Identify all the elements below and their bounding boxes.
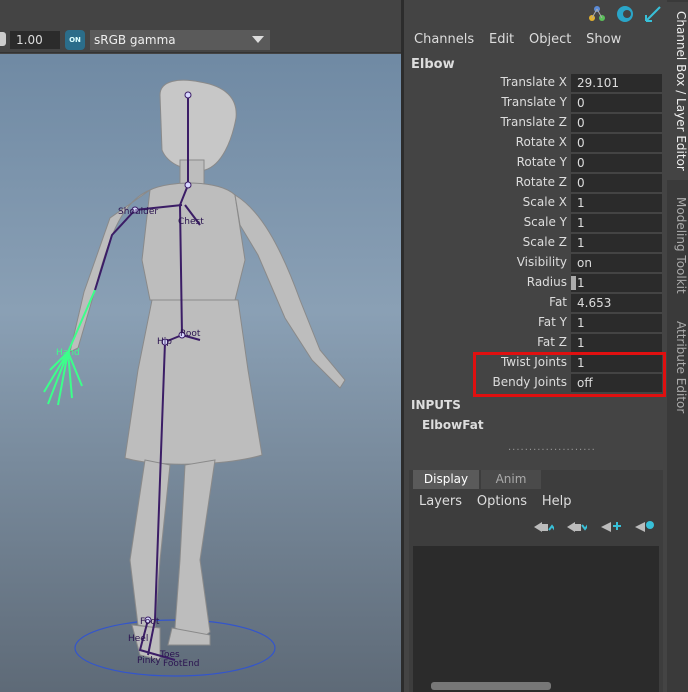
menu-show[interactable]: Show [586, 32, 621, 47]
menu-channels[interactable]: Channels [414, 32, 474, 47]
attr-value[interactable]: 1 [571, 274, 662, 292]
attr-rotate-z[interactable]: Rotate Z 0 [404, 173, 667, 193]
edit-icon[interactable] [643, 4, 663, 24]
attr-label[interactable]: Fat Z [537, 335, 567, 349]
attr-fat-z[interactable]: Fat Z 1 [404, 333, 667, 353]
node-name[interactable]: Elbow [411, 57, 455, 72]
channel-box-panel: Channels Edit Object Show Elbow Translat… [404, 0, 667, 692]
channel-box-menu: Channels Edit Object Show [414, 32, 632, 47]
label-footend: FootEnd [163, 659, 200, 669]
attr-label[interactable]: Scale X [523, 195, 567, 209]
attr-value[interactable]: 1 [571, 334, 662, 352]
attr-value[interactable]: 29.101 [571, 74, 662, 92]
attr-label[interactable]: Fat [549, 295, 567, 309]
attr-rotate-x[interactable]: Rotate X 0 [404, 133, 667, 153]
attr-visibility[interactable]: Visibility on [404, 253, 667, 273]
move-layer-up-icon[interactable] [532, 519, 556, 535]
input-node[interactable]: ElbowFat [422, 418, 484, 432]
menu-object[interactable]: Object [529, 32, 571, 47]
layer-list[interactable] [413, 546, 659, 680]
attr-fat[interactable]: Fat 4.653 [404, 293, 667, 313]
body-mesh [69, 79, 346, 661]
attr-value[interactable]: 1 [571, 234, 662, 252]
tab-modeling-toolkit[interactable]: Modeling Toolkit [667, 183, 688, 308]
viewport-3d[interactable]: 1.00 ON sRGB gamma Shoulder Chest Root H… [0, 0, 401, 692]
attr-label[interactable]: Radius [527, 275, 567, 289]
tab-channel-box-layer-editor[interactable]: Channel Box / Layer Editor [667, 2, 688, 180]
horizontal-scrollbar[interactable] [413, 680, 659, 692]
attr-fat-y[interactable]: Fat Y 1 [404, 313, 667, 333]
menu-layers[interactable]: Layers [419, 494, 462, 509]
label-root: Root [180, 329, 201, 339]
attr-scale-x[interactable]: Scale X 1 [404, 193, 667, 213]
character-model[interactable]: Shoulder Chest Root Hip Hand Foot Heel P… [0, 0, 401, 692]
attr-value[interactable]: 4.653 [571, 294, 662, 312]
attr-label[interactable]: Fat Y [538, 315, 567, 329]
panel-splitter[interactable]: ····················· [508, 445, 596, 456]
attr-label[interactable]: Rotate X [516, 135, 567, 149]
attr-translate-x[interactable]: Translate X 29.101 [404, 73, 667, 93]
inputs-heading: INPUTS [411, 398, 461, 412]
label-hip: Hip [157, 337, 172, 347]
label-pinky: Pinky [137, 656, 161, 666]
move-layer-down-icon[interactable] [565, 519, 590, 535]
attr-label[interactable]: Rotate Y [517, 155, 567, 169]
layer-editor: Display Anim Layers Options Help [409, 470, 663, 692]
attr-label[interactable]: Scale Z [523, 235, 567, 249]
label-shoulder: Shoulder [118, 207, 158, 217]
attr-value[interactable]: 0 [571, 174, 662, 192]
attr-scale-z[interactable]: Scale Z 1 [404, 233, 667, 253]
layer-icons [524, 519, 655, 538]
attr-label[interactable]: Rotate Z [516, 175, 567, 189]
panel-top-icons [583, 4, 663, 26]
attr-label[interactable]: Translate X [500, 75, 567, 89]
layer-menu: Layers Options Help [419, 494, 583, 509]
attr-rotate-y[interactable]: Rotate Y 0 [404, 153, 667, 173]
attr-scale-y[interactable]: Scale Y 1 [404, 213, 667, 233]
attr-translate-z[interactable]: Translate Z 0 [404, 113, 667, 133]
attr-label[interactable]: Translate Y [501, 95, 567, 109]
label-foot: Foot [140, 617, 160, 627]
new-layer-icon[interactable] [599, 519, 622, 535]
attr-value[interactable]: 0 [571, 94, 662, 112]
menu-options[interactable]: Options [477, 494, 527, 509]
label-hand: Hand [56, 348, 80, 358]
attr-translate-y[interactable]: Translate Y 0 [404, 93, 667, 113]
menu-help[interactable]: Help [542, 494, 572, 509]
attr-label[interactable]: Translate Z [500, 115, 567, 129]
attr-value[interactable]: 1 [571, 214, 662, 232]
attr-label[interactable]: Scale Y [524, 215, 567, 229]
tab-display[interactable]: Display [413, 470, 479, 489]
highlight-box [473, 352, 666, 397]
menu-edit[interactable]: Edit [489, 32, 514, 47]
scrollbar-thumb[interactable] [431, 682, 551, 690]
attr-value[interactable]: 1 [571, 314, 662, 332]
attr-label[interactable]: Visibility [517, 255, 567, 269]
attr-value[interactable]: 0 [571, 134, 662, 152]
label-heel: Heel [128, 634, 148, 644]
attr-value[interactable]: 1 [571, 194, 662, 212]
attr-radius[interactable]: Radius 1 [404, 273, 667, 293]
tab-anim[interactable]: Anim [481, 470, 541, 489]
new-layer-selected-icon[interactable] [633, 519, 655, 535]
hypergraph-icon[interactable] [587, 4, 607, 24]
render-icon[interactable] [615, 4, 635, 24]
attr-value[interactable]: on [571, 254, 662, 272]
attr-value[interactable]: 0 [571, 154, 662, 172]
tab-attribute-editor[interactable]: Attribute Editor [667, 312, 688, 422]
attr-value[interactable]: 0 [571, 114, 662, 132]
side-tab-bar: Channel Box / Layer Editor Modeling Tool… [667, 0, 688, 692]
label-chest: Chest [178, 217, 204, 227]
